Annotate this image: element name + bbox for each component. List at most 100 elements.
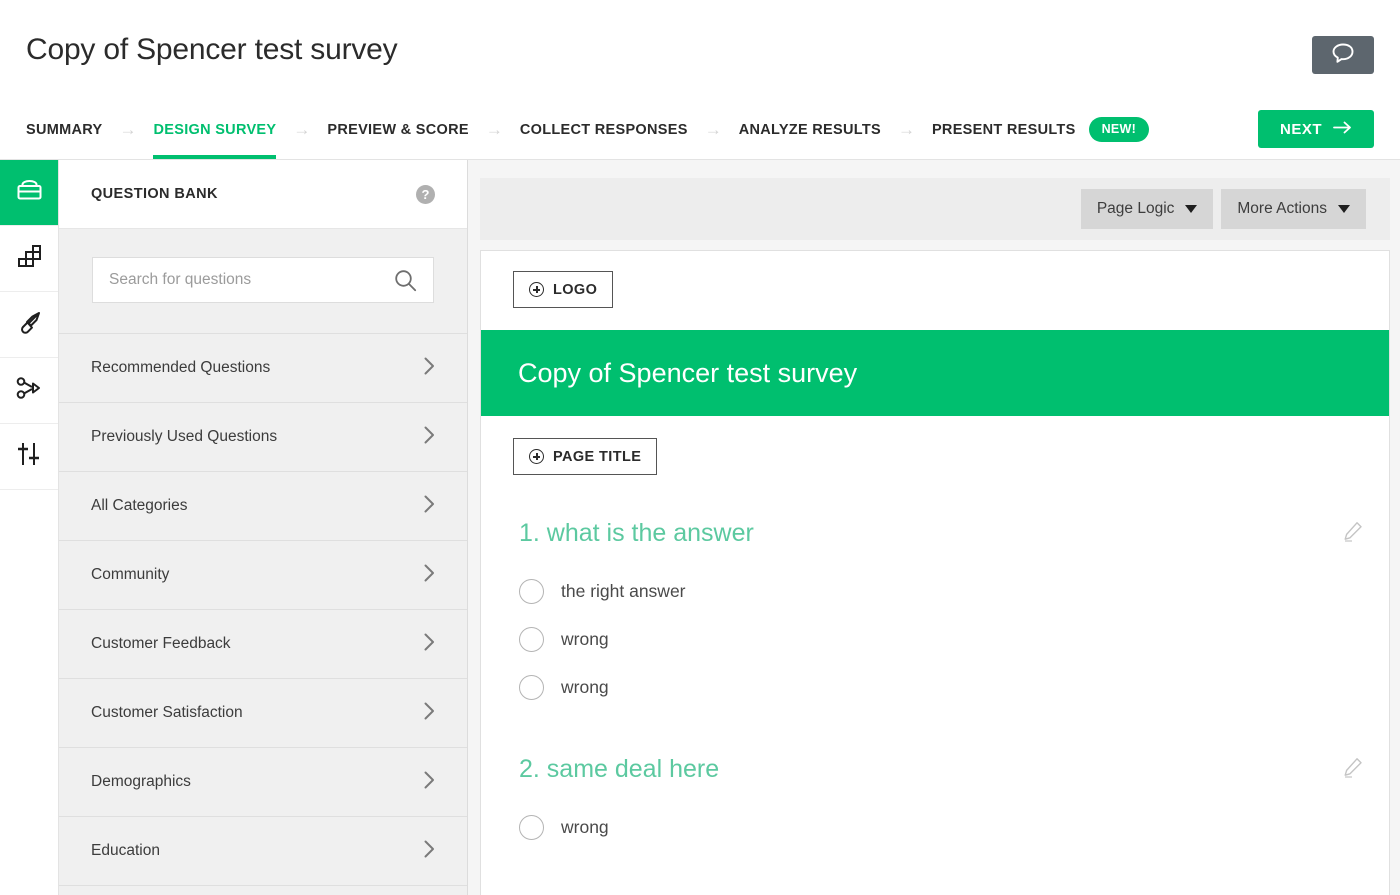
logic-flow-icon: [16, 377, 42, 404]
category-list: Recommended Questions Previously Used Qu…: [59, 334, 467, 895]
rail-item-theme[interactable]: [0, 292, 58, 358]
question-title: 2. same deal here: [519, 755, 1351, 784]
category-customer-satisfaction[interactable]: Customer Satisfaction: [59, 679, 467, 748]
tab-design-survey[interactable]: DESIGN SURVEY: [153, 100, 276, 159]
search-icon[interactable]: [394, 269, 433, 292]
chevron-right-icon: [424, 495, 435, 518]
pencil-icon[interactable]: [1343, 521, 1363, 547]
chevron-down-icon: [1338, 205, 1350, 213]
survey-banner: Copy of Spencer test survey: [481, 330, 1389, 416]
category-label: Customer Satisfaction: [91, 704, 243, 722]
category-education[interactable]: Education: [59, 817, 467, 886]
rail-item-options[interactable]: [0, 424, 58, 490]
chevron-right-icon: [424, 702, 435, 725]
search-input[interactable]: [93, 258, 394, 302]
question-option[interactable]: wrong: [519, 803, 1351, 851]
plus-circle-icon: [529, 449, 544, 464]
blocks-chart-icon: [17, 245, 41, 273]
category-label: Recommended Questions: [91, 359, 270, 377]
workspace: QUESTION BANK ? Recommended Questions: [0, 160, 1400, 895]
question-bank-title: QUESTION BANK: [91, 186, 218, 202]
rail-item-logic[interactable]: [0, 358, 58, 424]
radio-button[interactable]: [519, 675, 544, 700]
page-title: Copy of Spencer test survey: [26, 33, 397, 67]
category-community[interactable]: Community: [59, 541, 467, 610]
option-label: wrong: [561, 629, 609, 650]
question-title: 1. what is the answer: [519, 519, 1351, 548]
question-option[interactable]: wrong: [519, 663, 1351, 711]
category-customer-feedback[interactable]: Customer Feedback: [59, 610, 467, 679]
rail-item-question-bank[interactable]: [0, 160, 58, 226]
paintbrush-icon: [17, 310, 42, 340]
feedback-button[interactable]: [1312, 36, 1374, 74]
radio-button[interactable]: [519, 815, 544, 840]
option-label: wrong: [561, 817, 609, 838]
editor-toolbar: Page Logic More Actions: [480, 178, 1390, 240]
add-page-title-label: PAGE TITLE: [553, 449, 641, 465]
next-button[interactable]: NEXT: [1258, 110, 1374, 148]
category-label: Previously Used Questions: [91, 428, 277, 446]
category-recommended-questions[interactable]: Recommended Questions: [59, 334, 467, 403]
next-button-label: NEXT: [1280, 121, 1322, 138]
title-bar: Copy of Spencer test survey: [0, 0, 1400, 100]
chevron-right-icon: [424, 426, 435, 449]
nav-arrow-icon: →: [486, 120, 503, 140]
search-box[interactable]: [92, 257, 434, 303]
new-badge: NEW!: [1089, 117, 1150, 142]
page-logic-label: Page Logic: [1097, 200, 1175, 218]
nav-items: SUMMARY → DESIGN SURVEY → PREVIEW & SCOR…: [26, 100, 1149, 159]
category-label: Demographics: [91, 773, 191, 791]
tab-analyze-results[interactable]: ANALYZE RESULTS: [739, 100, 881, 159]
chevron-right-icon: [424, 357, 435, 380]
survey-editor: Page Logic More Actions LOGO Copy of Spe…: [468, 160, 1400, 895]
survey-canvas: LOGO Copy of Spencer test survey PAGE TI…: [480, 250, 1390, 895]
option-label: wrong: [561, 677, 609, 698]
tab-collect-responses[interactable]: COLLECT RESPONSES: [520, 100, 688, 159]
add-page-title-button[interactable]: PAGE TITLE: [513, 438, 657, 475]
radio-button[interactable]: [519, 579, 544, 604]
chevron-right-icon: [424, 564, 435, 587]
category-demographics[interactable]: Demographics: [59, 748, 467, 817]
chevron-right-icon: [424, 633, 435, 656]
question-block-1[interactable]: 1. what is the answer the right answer w…: [481, 475, 1389, 711]
nav-arrow-icon: →: [705, 120, 722, 140]
tab-preview-score[interactable]: PREVIEW & SCORE: [327, 100, 468, 159]
page-logic-button[interactable]: Page Logic: [1081, 189, 1214, 229]
arrow-right-icon: [1333, 121, 1352, 138]
chevron-down-icon: [1185, 205, 1197, 213]
question-block-2[interactable]: 2. same deal here wrong: [481, 711, 1389, 851]
chevron-right-icon: [424, 840, 435, 863]
radio-button[interactable]: [519, 627, 544, 652]
add-logo-label: LOGO: [553, 282, 597, 298]
logo-row: LOGO: [481, 251, 1389, 308]
option-label: the right answer: [561, 581, 686, 602]
rail-item-build[interactable]: [0, 226, 58, 292]
pencil-icon[interactable]: [1343, 757, 1363, 783]
tab-present-results[interactable]: PRESENT RESULTS: [932, 100, 1076, 159]
question-option[interactable]: the right answer: [519, 567, 1351, 615]
speech-bubble-icon: [1331, 42, 1355, 69]
nav-arrow-icon: →: [293, 120, 310, 140]
plus-circle-icon: [529, 282, 544, 297]
category-label: All Categories: [91, 497, 188, 515]
category-previously-used-questions[interactable]: Previously Used Questions: [59, 403, 467, 472]
tool-rail: [0, 160, 59, 895]
chevron-right-icon: [424, 771, 435, 794]
question-option[interactable]: wrong: [519, 615, 1351, 663]
page-title-row: PAGE TITLE: [481, 416, 1389, 475]
nav-arrow-icon: →: [119, 120, 136, 140]
search-container: [59, 229, 467, 334]
tab-summary[interactable]: SUMMARY: [26, 100, 102, 159]
sliders-icon: [16, 442, 42, 471]
add-logo-button[interactable]: LOGO: [513, 271, 613, 308]
survey-banner-title: Copy of Spencer test survey: [518, 358, 857, 389]
category-label: Education: [91, 842, 160, 860]
more-actions-button[interactable]: More Actions: [1221, 189, 1366, 229]
question-bank-panel: QUESTION BANK ? Recommended Questions: [59, 160, 468, 895]
category-label: Customer Feedback: [91, 635, 231, 653]
question-bank-header: QUESTION BANK ?: [59, 160, 467, 229]
help-circle-icon[interactable]: ?: [416, 185, 435, 204]
category-all-categories[interactable]: All Categories: [59, 472, 467, 541]
nav-arrow-icon: →: [898, 120, 915, 140]
category-label: Community: [91, 566, 169, 584]
